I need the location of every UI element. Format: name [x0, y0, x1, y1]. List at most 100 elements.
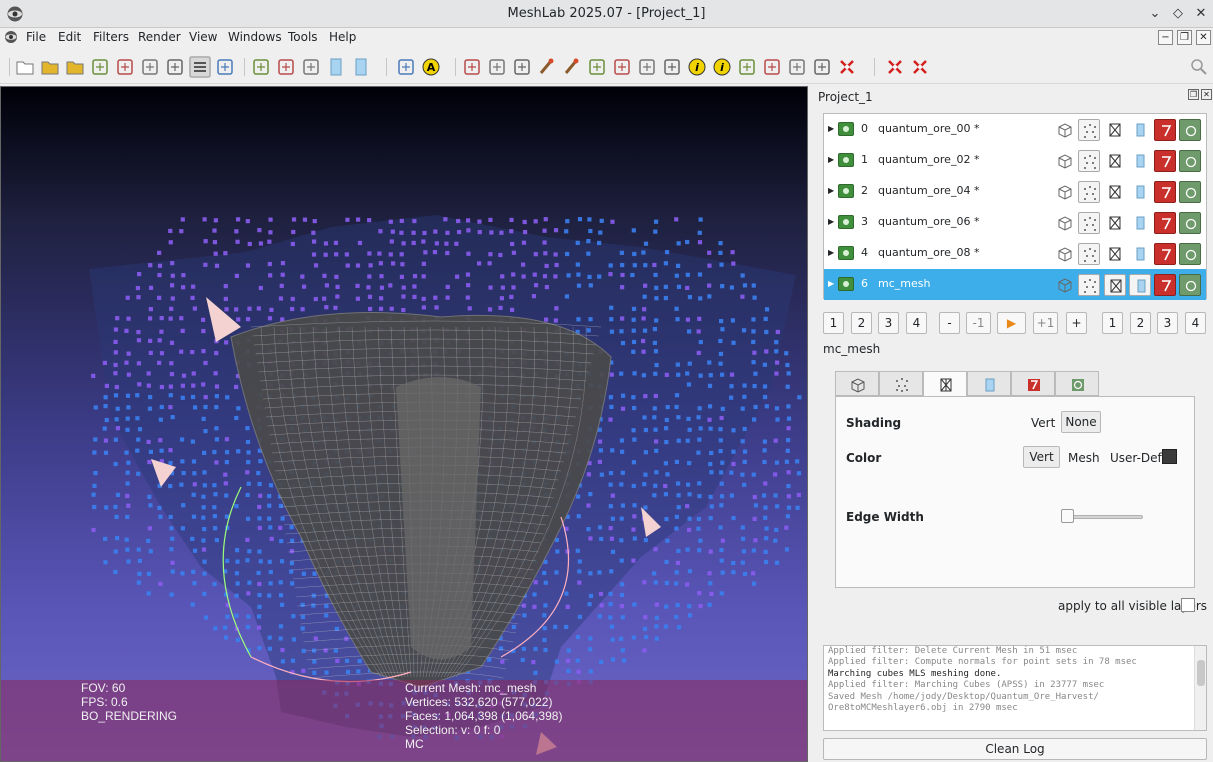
light-icon[interactable] — [214, 56, 236, 78]
measure-icon[interactable]: A — [420, 56, 442, 78]
show-layer-2-button[interactable]: 2 — [851, 312, 872, 334]
layer-bbox-icon[interactable] — [1054, 274, 1076, 296]
visibility-eye-icon[interactable] — [838, 215, 854, 229]
wireframe-icon[interactable] — [300, 56, 322, 78]
shading-none-button[interactable]: None — [1061, 411, 1101, 433]
info-icon[interactable]: i — [711, 56, 733, 78]
color-icon[interactable] — [461, 56, 483, 78]
maximize-button[interactable]: ◇ — [1168, 4, 1188, 24]
layer-wireframe-icon[interactable] — [1104, 119, 1126, 141]
edge-width-slider-handle[interactable] — [1061, 509, 1074, 523]
select-icon[interactable] — [586, 56, 608, 78]
search-icon[interactable] — [1188, 56, 1210, 78]
visibility-eye-icon[interactable] — [838, 122, 854, 136]
shading-vert-option[interactable]: Vert — [1031, 416, 1055, 430]
reload-all-icon[interactable] — [114, 56, 136, 78]
layer-decorator-icon[interactable] — [1179, 150, 1201, 172]
layer-texture-icon[interactable] — [1154, 150, 1176, 172]
move-icon[interactable] — [661, 56, 683, 78]
paintbrush-icon[interactable] — [761, 56, 783, 78]
layer-bbox-icon[interactable] — [1054, 212, 1076, 234]
mdi-minimize-button[interactable]: − — [1158, 30, 1173, 45]
axis-icon[interactable] — [511, 56, 533, 78]
layer-solid-icon[interactable] — [1129, 181, 1151, 203]
delete-vertex-icon[interactable] — [884, 56, 906, 78]
hide-layer-2-button[interactable]: 2 — [1130, 312, 1151, 334]
visibility-eye-icon[interactable] — [838, 153, 854, 167]
vertex-select-icon[interactable] — [611, 56, 633, 78]
color-vert-button[interactable]: Vert — [1023, 446, 1060, 468]
layer-wireframe-icon[interactable] — [1104, 181, 1126, 203]
layer-solid-icon[interactable] — [1129, 243, 1151, 265]
layer-solid-icon[interactable] — [1129, 150, 1151, 172]
layer-decorator-icon[interactable] — [1179, 119, 1201, 141]
log-window[interactable]: Applied filter: Delete Current Mesh in 5… — [823, 645, 1207, 731]
log-scrollbar-thumb[interactable] — [1197, 660, 1205, 686]
layer-wireframe-icon[interactable] — [1104, 274, 1126, 296]
close-button[interactable]: ✕ — [1191, 4, 1211, 24]
clean-log-button[interactable]: Clean Log — [823, 738, 1207, 760]
log-scrollbar[interactable] — [1194, 646, 1206, 730]
remove-layer-button[interactable]: - — [939, 312, 960, 334]
menu-tools[interactable]: Tools — [288, 30, 318, 44]
pick-icon[interactable] — [786, 56, 808, 78]
expand-arrow-icon[interactable]: ▶ — [828, 217, 834, 226]
layer-texture-icon[interactable] — [1154, 274, 1176, 296]
color-userdef-option[interactable]: User-Def — [1110, 451, 1162, 465]
3d-viewport[interactable]: FOV: 60 FPS: 0.6 BO_RENDERING Current Me… — [0, 86, 808, 762]
layer-row[interactable]: ▶ 2 quantum_ore_04 * — [824, 176, 1206, 207]
menu-filters[interactable]: Filters — [93, 30, 129, 44]
mdi-restore-button[interactable]: ❐ — [1177, 30, 1192, 45]
menu-edit[interactable]: Edit — [58, 30, 81, 44]
layer-row[interactable]: ▶ 4 quantum_ore_08 * — [824, 238, 1206, 269]
menu-view[interactable]: View — [189, 30, 217, 44]
hide-layer-3-button[interactable]: 3 — [1157, 312, 1178, 334]
layer-bbox-icon[interactable] — [1054, 119, 1076, 141]
visibility-eye-icon[interactable] — [838, 184, 854, 198]
expand-arrow-icon[interactable]: ▶ — [828, 186, 834, 195]
show-layer-3-button[interactable]: 3 — [878, 312, 899, 334]
menu-help[interactable]: Help — [329, 30, 356, 44]
visibility-eye-icon[interactable] — [838, 246, 854, 260]
layer-points-icon[interactable] — [1078, 119, 1100, 141]
delete-face-icon[interactable] — [836, 56, 858, 78]
color-mesh-option[interactable]: Mesh — [1068, 451, 1100, 465]
paint-icon[interactable] — [536, 56, 558, 78]
layer-decorator-icon[interactable] — [1179, 274, 1201, 296]
layer-solid-icon[interactable] — [1129, 212, 1151, 234]
hide-layer-1-button[interactable]: 1 — [1102, 312, 1123, 334]
tab-texture[interactable] — [1011, 371, 1055, 396]
sphere-icon[interactable] — [395, 56, 417, 78]
app-menu-icon[interactable] — [4, 30, 18, 44]
layer-texture-icon[interactable] — [1154, 181, 1176, 203]
layer-wireframe-icon[interactable] — [1104, 212, 1126, 234]
expand-arrow-icon[interactable]: ▶ — [828, 279, 834, 288]
layer-bbox-icon[interactable] — [1054, 150, 1076, 172]
expand-arrow-icon[interactable]: ▶ — [828, 124, 834, 133]
show-layer-4-button[interactable]: 4 — [906, 312, 927, 334]
hide-layer-4-button[interactable]: 4 — [1185, 312, 1206, 334]
add-layer-button[interactable]: + — [1066, 312, 1087, 334]
layer-decorator-icon[interactable] — [1179, 243, 1201, 265]
expand-arrow-icon[interactable]: ▶ — [828, 155, 834, 164]
new-project-icon[interactable] — [14, 56, 36, 78]
layer-wireframe-icon[interactable] — [1104, 150, 1126, 172]
next-layer-button[interactable]: +1 — [1033, 312, 1058, 334]
tab-bbox[interactable] — [835, 371, 879, 396]
layer-decorator-icon[interactable] — [1179, 212, 1201, 234]
tab-points[interactable] — [879, 371, 923, 396]
menu-render[interactable]: Render — [138, 30, 181, 44]
point-icon[interactable] — [811, 56, 833, 78]
layer-points-icon[interactable] — [1078, 243, 1100, 265]
panel-close-button[interactable]: ✕ — [1201, 89, 1212, 100]
reload-icon[interactable] — [89, 56, 111, 78]
expand-arrow-icon[interactable]: ▶ — [828, 248, 834, 257]
ruler-icon[interactable]: i — [686, 56, 708, 78]
layer-row[interactable]: ▶ 0 quantum_ore_00 * — [824, 114, 1206, 145]
smooth-icon[interactable] — [350, 56, 372, 78]
layer-texture-icon[interactable] — [1154, 119, 1176, 141]
mdi-close-button[interactable]: ✕ — [1196, 30, 1211, 45]
delete-all-icon[interactable] — [909, 56, 931, 78]
points-icon[interactable] — [275, 56, 297, 78]
layer-row[interactable]: ▶ 3 quantum_ore_06 * — [824, 207, 1206, 238]
